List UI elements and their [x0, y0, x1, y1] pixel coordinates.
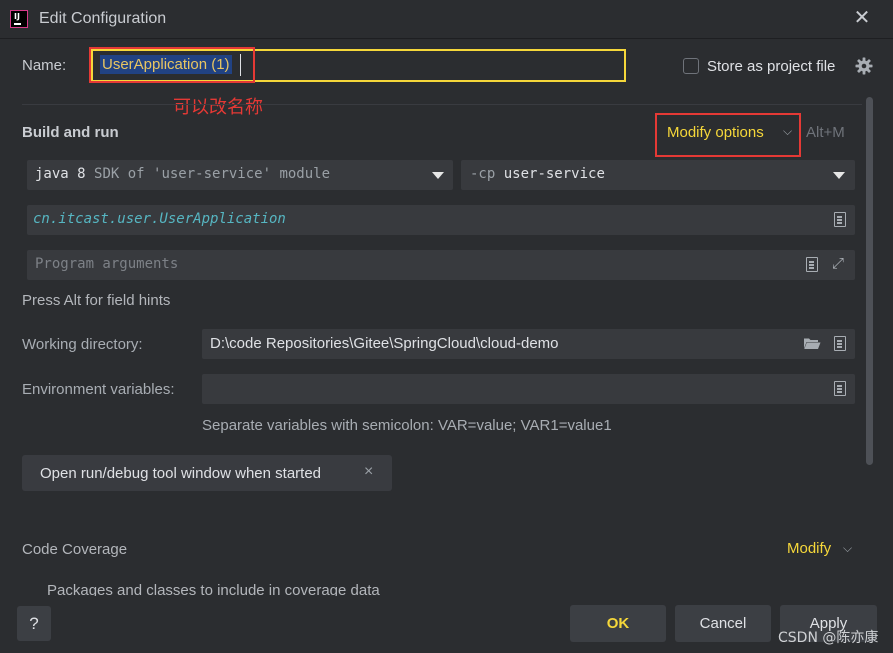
classpath-select-value[interactable]: -cp user-service [470, 166, 605, 182]
sdk-dropdown-arrow-icon[interactable] [425, 160, 451, 190]
intellij-app-icon: IJ [10, 10, 28, 28]
remove-option-close-icon[interactable]: × [364, 463, 373, 481]
option-chip-label: Open run/debug tool window when started [40, 465, 322, 482]
chevron-down-icon[interactable]: ⌵ [783, 124, 792, 139]
classpath-dropdown-arrow-icon[interactable] [826, 160, 852, 190]
modify-options-shortcut: Alt+M [806, 124, 845, 141]
annotation-note: 可以改名称 [173, 97, 263, 118]
vertical-scrollbar[interactable] [866, 97, 873, 465]
document-icon[interactable] [834, 336, 846, 351]
code-coverage-title: Code Coverage [22, 541, 128, 558]
close-icon[interactable]: ✕ [852, 8, 872, 28]
build-and-run-title: Build and run [22, 124, 119, 141]
cancel-button[interactable]: Cancel [675, 605, 771, 642]
cp-flag: -cp [470, 166, 496, 182]
environment-variables-hint: Separate variables with semicolon: VAR=v… [202, 417, 612, 434]
chevron-down-icon[interactable]: ⌵ [843, 541, 852, 556]
name-label: Name: [22, 57, 67, 74]
name-input-value[interactable]: UserApplication (1) [100, 55, 232, 74]
expand-icon[interactable]: ⤢ [830, 256, 846, 272]
document-icon[interactable] [806, 257, 818, 272]
main-class-value[interactable]: cn.itcast.user.UserApplication [33, 211, 286, 227]
store-as-project-file-checkbox[interactable] [683, 58, 699, 74]
browse-document-icon[interactable] [834, 212, 846, 227]
modify-options-link[interactable]: Modify options [667, 124, 764, 141]
folder-icon[interactable] [803, 337, 821, 350]
store-as-project-file-label[interactable]: Store as project file [707, 58, 835, 75]
csdn-watermark: CSDN @陈亦康 [778, 630, 879, 646]
gear-icon[interactable] [855, 57, 873, 75]
sdk-java-version: java 8 [35, 166, 86, 182]
ok-button[interactable]: OK [570, 605, 666, 642]
program-arguments-placeholder[interactable]: Program arguments [35, 256, 178, 272]
code-coverage-modify-link[interactable]: Modify [787, 540, 831, 557]
environment-variables-field[interactable] [202, 374, 855, 404]
working-directory-value[interactable]: D:\code Repositories\Gitee\SpringCloud\c… [210, 335, 559, 352]
working-directory-label: Working directory: [22, 336, 143, 353]
field-hints-text: Press Alt for field hints [22, 292, 171, 309]
divider [22, 104, 862, 105]
environment-variables-label: Environment variables: [22, 381, 175, 398]
sdk-module-text: SDK of 'user-service' module [94, 166, 331, 182]
sdk-select-value[interactable]: java 8 SDK of 'user-service' module [35, 166, 330, 182]
text-caret [240, 54, 241, 76]
cp-module: user-service [503, 166, 605, 182]
document-icon[interactable] [834, 381, 846, 396]
help-button[interactable]: ? [17, 606, 51, 641]
window-title: Edit Configuration [39, 10, 167, 27]
